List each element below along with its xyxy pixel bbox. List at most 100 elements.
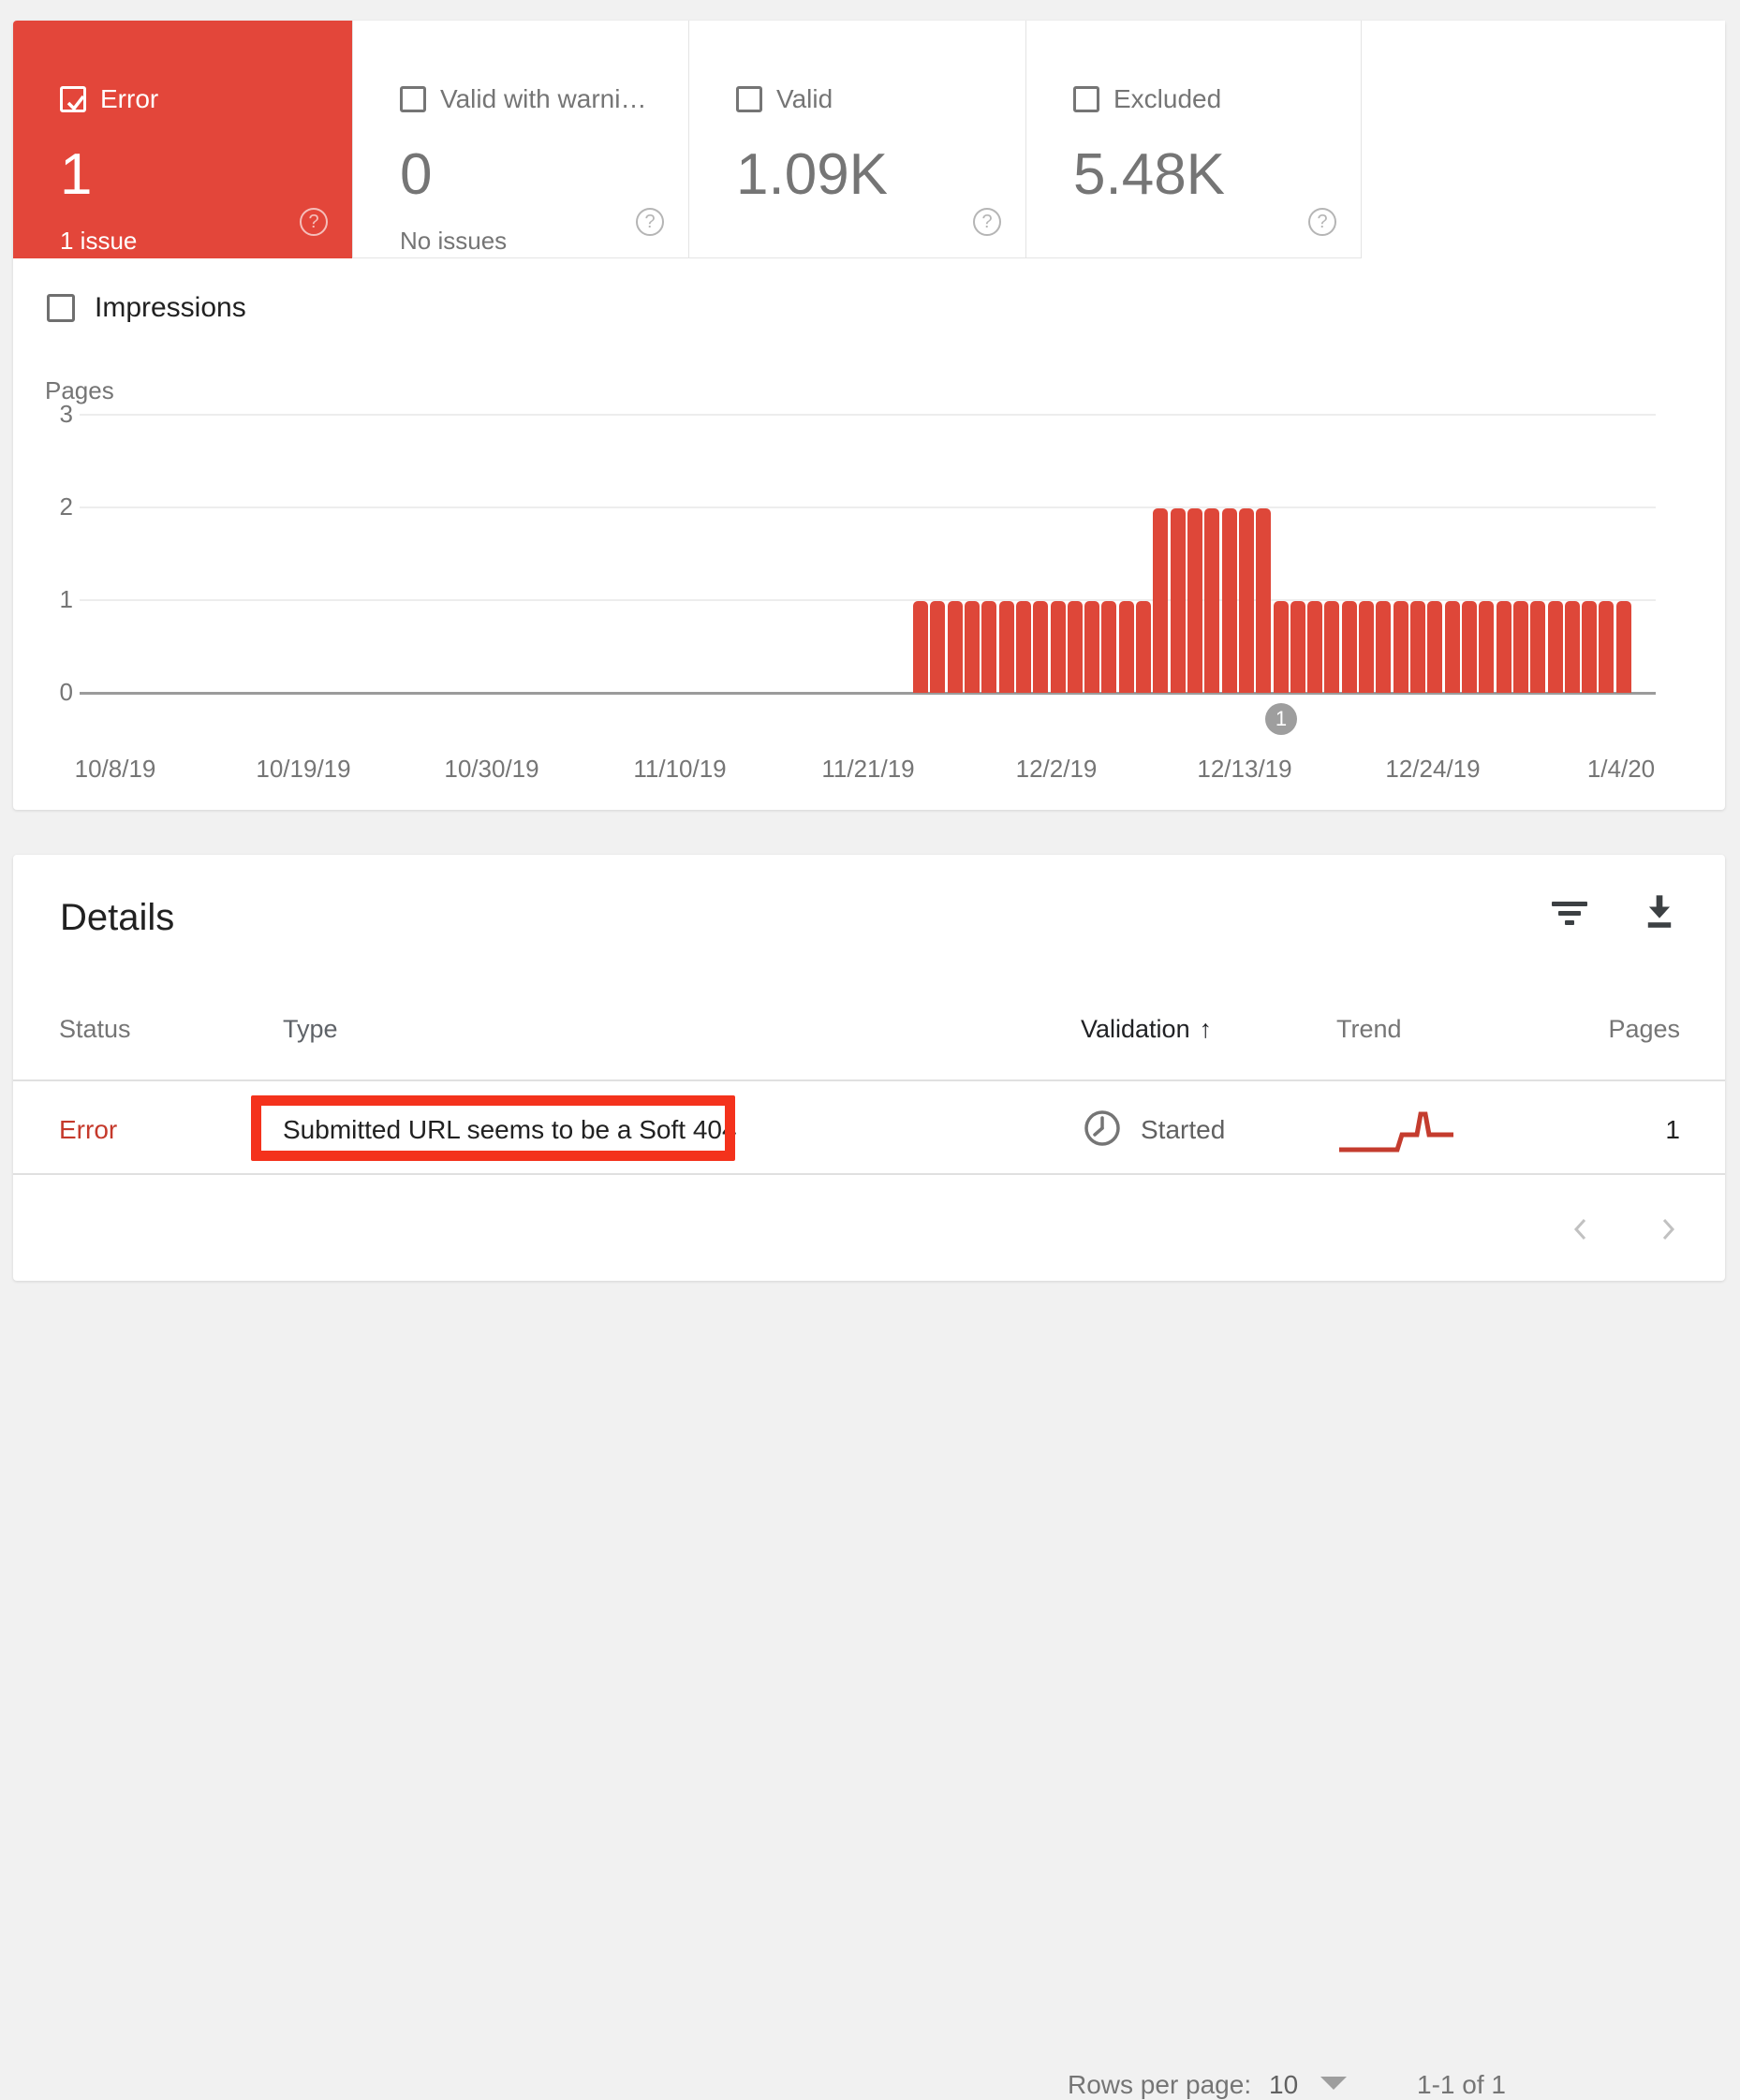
help-icon[interactable]: ? <box>636 208 664 236</box>
impressions-label: Impressions <box>95 292 246 324</box>
y-tick-label: 1 <box>13 585 73 614</box>
chart-bar <box>1445 601 1460 693</box>
chart-bar <box>1582 601 1597 693</box>
help-icon[interactable]: ? <box>300 208 328 236</box>
chart-bar <box>1462 601 1477 693</box>
x-tick-label: 11/10/19 <box>605 755 755 784</box>
x-tick-label: 10/19/19 <box>229 755 378 784</box>
chart-bar <box>1530 601 1545 693</box>
coverage-chart-panel: Error 1 1 issue? Valid with warnings 0 No iss… <box>13 21 1725 810</box>
column-header-type[interactable]: Type <box>283 1015 338 1044</box>
chart-bar <box>1359 601 1374 693</box>
chart-bar <box>1204 508 1219 693</box>
column-header-pages[interactable]: Pages <box>1608 1015 1680 1044</box>
event-marker[interactable]: 1 <box>1265 703 1297 735</box>
sort-ascending-icon: ↑ <box>1200 1015 1213 1043</box>
x-tick-label: 10/8/19 <box>40 755 190 784</box>
chart-bar <box>1084 601 1099 693</box>
chart-bar <box>1307 601 1322 693</box>
next-page-icon[interactable] <box>1657 1216 1679 1242</box>
chart-bar <box>1033 601 1048 693</box>
gridline <box>80 414 1656 416</box>
y-tick-label: 0 <box>13 678 73 707</box>
chart-bar <box>1427 601 1442 693</box>
card-count: 1 <box>60 142 92 208</box>
chart-bar <box>1119 601 1134 693</box>
chart-bar <box>1616 601 1631 693</box>
chart-bar <box>1068 601 1083 693</box>
chart-bar <box>1410 601 1425 693</box>
filter-icon[interactable] <box>1549 892 1590 933</box>
details-title: Details <box>60 897 174 939</box>
chart-bar <box>1016 601 1031 693</box>
impressions-checkbox[interactable] <box>47 294 75 322</box>
card-label: Valid with warnings <box>440 84 650 114</box>
card-label: Error <box>100 84 158 114</box>
chart-bar <box>1548 601 1563 693</box>
card-count: 5.48K <box>1073 142 1225 208</box>
chart-bar <box>1376 601 1391 693</box>
chart-bar <box>1479 601 1494 693</box>
card-count: 0 <box>400 142 432 208</box>
row-status: Error <box>59 1115 117 1145</box>
summary-card-error[interactable]: Error 1 1 issue? <box>13 21 352 258</box>
summary-card-valid[interactable]: Valid 1.09K? <box>688 21 1025 258</box>
card-checkbox-error[interactable] <box>60 86 86 112</box>
chart-bar <box>1599 601 1614 693</box>
chart-bar <box>981 601 996 693</box>
x-tick-label: 12/2/19 <box>981 755 1131 784</box>
column-header-status[interactable]: Status <box>59 1015 131 1044</box>
chart-bar <box>1153 508 1168 693</box>
previous-page-icon[interactable] <box>1570 1216 1592 1242</box>
table-divider <box>13 1173 1725 1175</box>
impressions-toggle[interactable]: Impressions <box>47 292 246 324</box>
rows-per-page-label: Rows per page: <box>1068 2070 1251 2100</box>
y-tick-label: 3 <box>13 400 73 429</box>
summary-cards-row: Error 1 1 issue? Valid with warnings 0 No iss… <box>13 21 1725 258</box>
chart-bar <box>930 601 945 693</box>
chart-bar <box>1187 508 1202 693</box>
chart-bar <box>1239 508 1254 693</box>
chart-bar <box>1256 508 1271 693</box>
chart-bar <box>999 601 1014 693</box>
card-label: Valid <box>776 84 833 114</box>
card-subtext: 1 issue <box>60 227 137 256</box>
summary-card-excluded[interactable]: Excluded 5.48K? <box>1025 21 1362 258</box>
summary-card-valid-with-warnings[interactable]: Valid with warnings 0 No issues? <box>352 21 688 258</box>
chart-bar <box>1274 601 1289 693</box>
chart-bar <box>965 601 980 693</box>
download-icon[interactable] <box>1639 890 1680 932</box>
chart-bar <box>1324 601 1339 693</box>
table-divider <box>13 1079 1725 1081</box>
row-pages-count: 1 <box>1665 1115 1680 1145</box>
chart-bar <box>1393 601 1408 693</box>
help-icon[interactable]: ? <box>973 208 1001 236</box>
card-checkbox-valid-with-warnings[interactable] <box>400 86 426 112</box>
chart-bar <box>1222 508 1237 693</box>
row-validation-status: Started <box>1141 1115 1225 1145</box>
card-checkbox-excluded[interactable] <box>1073 86 1099 112</box>
gridline <box>80 507 1656 508</box>
column-header-validation[interactable]: Validation ↑ <box>1081 1015 1212 1044</box>
chart-bar <box>948 601 963 693</box>
rows-per-page-dropdown-icon[interactable] <box>1320 2077 1347 2090</box>
chart-bar <box>1101 601 1116 693</box>
chart-bar <box>1497 601 1511 693</box>
validation-header-label: Validation <box>1081 1015 1190 1043</box>
details-panel: Details Status Type Validation ↑ Trend Pa… <box>13 855 1725 1281</box>
column-header-trend[interactable]: Trend <box>1336 1015 1402 1044</box>
chart-bar <box>1342 601 1357 693</box>
x-tick-label: 10/30/19 <box>417 755 567 784</box>
card-checkbox-valid[interactable] <box>736 86 762 112</box>
card-label: Excluded <box>1113 84 1221 114</box>
card-count: 1.09K <box>736 142 888 208</box>
rows-per-page-value[interactable]: 10 <box>1269 2070 1298 2100</box>
filter-bar <box>1565 920 1574 925</box>
help-icon[interactable]: ? <box>1308 208 1336 236</box>
cards-filler <box>1362 21 1725 258</box>
filter-bar <box>1552 902 1587 906</box>
card-subtext: No issues <box>400 227 507 256</box>
y-tick-label: 2 <box>13 492 73 521</box>
pagination-range: 1-1 of 1 <box>1417 2070 1506 2100</box>
x-tick-label: 11/21/19 <box>793 755 943 784</box>
